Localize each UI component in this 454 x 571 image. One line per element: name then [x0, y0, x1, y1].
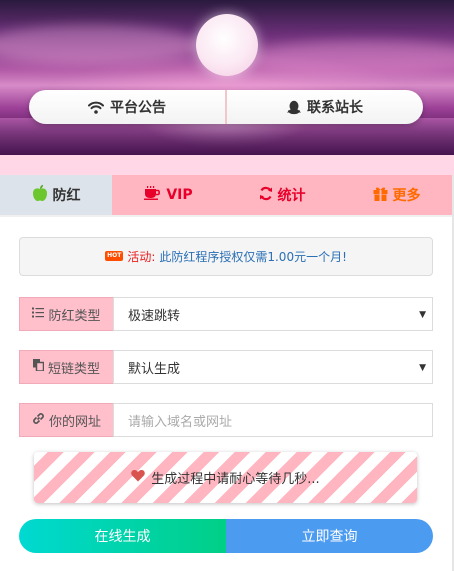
- gift-icon: [373, 186, 388, 205]
- short-link-type-select[interactable]: 默认生成 ▼: [113, 350, 433, 384]
- notice-label: 活动:: [127, 250, 156, 264]
- short-link-type-row: 短链类型 默认生成 ▼: [19, 350, 433, 384]
- hero-cloud: [0, 25, 200, 65]
- select-value: 默认生成: [128, 361, 181, 377]
- tab-anti-block[interactable]: 防红: [0, 175, 112, 215]
- copy-icon: [32, 359, 45, 375]
- progress-text: 生成过程中请耐心等待几秒...: [151, 472, 320, 487]
- tab-label: 更多: [392, 188, 421, 204]
- query-button[interactable]: 立即查询: [226, 519, 433, 553]
- contact-admin-button[interactable]: 联系站长: [225, 90, 423, 124]
- caret-down-icon: ▼: [419, 310, 426, 320]
- anti-block-type-select[interactable]: 极速跳转 ▼: [113, 297, 433, 331]
- avatar[interactable]: [196, 14, 258, 76]
- action-button-group: 在线生成 立即查询: [19, 519, 433, 553]
- generate-button[interactable]: 在线生成: [19, 519, 226, 553]
- announcement-button[interactable]: 平台公告: [29, 90, 225, 124]
- tab-bar: 防红 VIP 统计 更多: [0, 175, 454, 215]
- field-label-text: 短链类型: [47, 361, 100, 377]
- hero-button-group: 平台公告 联系站长: [29, 90, 423, 124]
- list-icon: [32, 307, 45, 322]
- tab-vip[interactable]: VIP: [112, 175, 225, 215]
- progress-bar: 生成过程中请耐心等待几秒...: [34, 452, 417, 503]
- refresh-icon: [259, 186, 273, 205]
- field-label-text: 防红类型: [48, 308, 101, 324]
- notice-text: 此防红程序授权仅需1.00元一个月!: [159, 250, 347, 264]
- short-link-type-label: 短链类型: [19, 350, 113, 384]
- url-row: 你的网址 请输入域名或网址: [19, 403, 433, 437]
- heart-icon: [131, 469, 146, 486]
- announcement-label: 平台公告: [110, 100, 166, 116]
- divider-strip: [0, 155, 454, 175]
- contact-admin-label: 联系站长: [307, 100, 363, 116]
- hot-badge: HOT: [105, 250, 124, 261]
- hero-cloud: [250, 40, 454, 75]
- tab-label: 防红: [52, 188, 81, 204]
- hero-banner: 平台公告 联系站长: [0, 0, 454, 155]
- url-input[interactable]: 请输入域名或网址: [113, 403, 433, 437]
- anti-block-type-row: 防红类型 极速跳转 ▼: [19, 297, 433, 331]
- select-value: 极速跳转: [128, 308, 181, 324]
- tab-divider: [0, 215, 454, 217]
- tab-label: 统计: [277, 188, 306, 204]
- promo-notice: HOT 活动: 此防红程序授权仅需1.00元一个月!: [19, 237, 433, 276]
- tab-more[interactable]: 更多: [339, 175, 454, 215]
- anti-block-type-label: 防红类型: [19, 297, 113, 331]
- apple-icon: [32, 184, 48, 206]
- url-placeholder: 请输入域名或网址: [128, 414, 233, 430]
- url-label: 你的网址: [19, 403, 113, 437]
- caret-down-icon: ▼: [419, 363, 426, 373]
- tab-statistics[interactable]: 统计: [225, 175, 339, 215]
- qq-icon: [287, 100, 301, 115]
- field-label-text: 你的网址: [48, 414, 101, 430]
- wifi-icon: [88, 101, 104, 114]
- link-icon: [32, 412, 45, 429]
- tab-label: VIP: [166, 187, 193, 203]
- coffee-cup-icon: [144, 186, 161, 204]
